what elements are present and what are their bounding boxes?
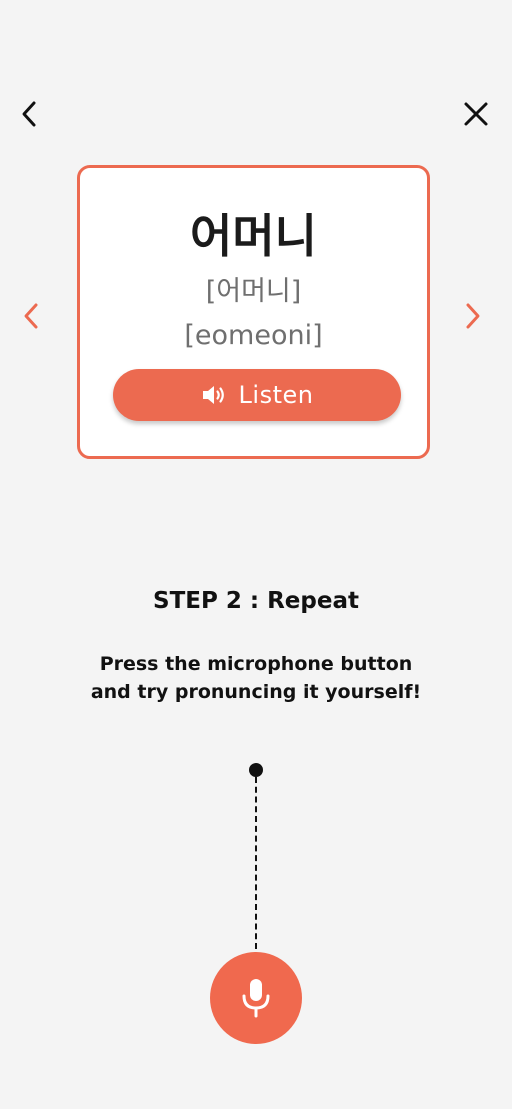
chevron-left-icon xyxy=(22,101,36,127)
guide-dot xyxy=(249,763,263,777)
instruction-line-2: and try pronuncing it yourself! xyxy=(90,681,422,703)
microphone-button[interactable] xyxy=(210,952,302,1044)
chevron-right-icon xyxy=(466,303,480,329)
microphone-icon xyxy=(242,979,270,1018)
next-word-button[interactable] xyxy=(453,294,493,338)
listen-label: Listen xyxy=(238,381,314,409)
close-button[interactable] xyxy=(454,92,498,136)
listen-button[interactable]: Listen xyxy=(113,369,401,421)
pronunciation-text: [어머니] xyxy=(205,276,302,307)
word-text: 어머니 xyxy=(190,209,317,263)
romanization-text: [eomeoni] xyxy=(184,320,323,351)
back-button[interactable] xyxy=(7,92,51,136)
chevron-left-icon xyxy=(24,303,38,329)
guide-dashed-line xyxy=(255,777,257,949)
instruction-line-1: Press the microphone button xyxy=(99,653,413,675)
close-icon xyxy=(464,102,488,126)
instruction-text: Press the microphone button and try pron… xyxy=(0,650,512,706)
word-card: 어머니 [어머니] [eomeoni] Listen xyxy=(77,165,430,459)
step-title: STEP 2 : Repeat xyxy=(153,588,359,614)
previous-word-button[interactable] xyxy=(11,294,51,338)
speaker-icon xyxy=(202,386,224,404)
